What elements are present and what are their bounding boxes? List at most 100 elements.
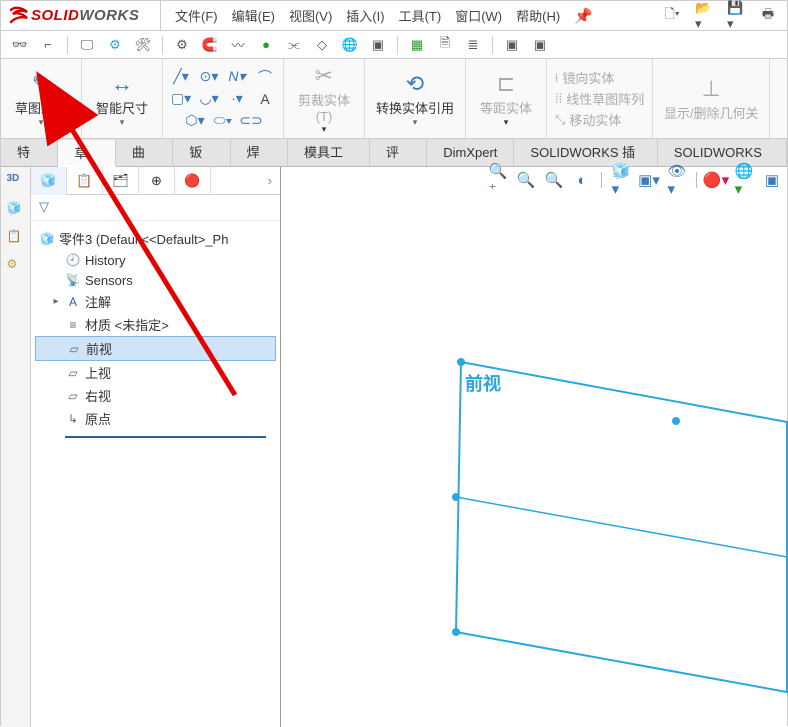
new-file-icon[interactable]: 🗋▾	[663, 7, 681, 25]
tree-label: 前视	[86, 339, 112, 358]
convert-icon: ⟲	[373, 70, 457, 98]
cube-icon[interactable]: ▣	[369, 36, 387, 54]
rtab-features[interactable]: 特征	[1, 139, 58, 166]
panel-filter-row: ▽	[31, 195, 280, 221]
mirror-button[interactable]: ⟊镜向实体	[555, 68, 614, 87]
plane-icon: ▱	[66, 341, 82, 357]
pattern-icon: ⁞⁞	[555, 91, 562, 106]
sketch-button[interactable]: ✎ 草图绘制 ▾	[9, 70, 73, 128]
layers-icon[interactable]: ≣	[464, 36, 482, 54]
gear-icon[interactable]: ⚙	[173, 36, 191, 54]
open-file-icon[interactable]: 📂▾	[695, 7, 713, 25]
ellipse-tool-icon[interactable]: ⬭▾	[213, 111, 233, 131]
options-icon[interactable]: 🛠	[134, 36, 152, 54]
arc-tool-icon[interactable]: ◡▾	[199, 89, 219, 109]
point-tool-icon[interactable]: ·▾	[227, 89, 247, 109]
rtab-surface[interactable]: 曲面	[116, 139, 173, 166]
menu-window[interactable]: 窗口(W)	[455, 6, 502, 25]
print-icon[interactable]: 🖶	[759, 7, 777, 25]
dimension-label: 智能尺寸	[90, 98, 154, 117]
wave-icon[interactable]: 〰	[229, 36, 247, 54]
save-icon[interactable]: 💾▾	[727, 7, 745, 25]
fillet-tool-icon[interactable]: ⌒	[255, 67, 275, 87]
glasses-icon[interactable]: 👓	[11, 36, 29, 54]
menu-tools[interactable]: 工具(T)	[399, 6, 442, 25]
tree-item-right-plane[interactable]: ▱ 右视	[35, 384, 276, 407]
screen-icon[interactable]: 🖵	[78, 36, 96, 54]
logo-text-works: WORKS	[79, 7, 139, 24]
polygon-tool-icon[interactable]: ⬡▾	[185, 111, 205, 131]
rtab-addins[interactable]: SOLIDWORKS 插件	[514, 139, 657, 166]
spline-tool-icon[interactable]: N▾	[227, 67, 247, 87]
rtab-weldment[interactable]: 焊件	[231, 139, 288, 166]
tree-root[interactable]: 🧊 零件3 (Default<<Default>_Ph	[35, 227, 276, 250]
menu-view[interactable]: 视图(V)	[289, 6, 332, 25]
doc-icon[interactable]: 🗎	[436, 36, 454, 54]
viewport[interactable]: 🔍⁺ 🔍 🔍 ◐ 🧊▾ ▣▾ 👁▾ 🔴▾ 🌐▾ ▣	[281, 167, 787, 727]
plane-icon: ▱	[65, 365, 81, 381]
rtab-mold[interactable]: 模具工具	[288, 139, 370, 166]
panel-tab-property[interactable]: 📋	[67, 167, 103, 195]
show-hide-button[interactable]: ⊥ 显示/删除几何关	[661, 75, 761, 122]
rect-tool-icon[interactable]: ▢▾	[171, 89, 191, 109]
linear-pattern-button[interactable]: ⁞⁞线性草图阵列	[555, 89, 644, 108]
globe-icon[interactable]: 🌐	[341, 36, 359, 54]
panel-tab-feature-tree[interactable]: 🧊	[31, 167, 67, 195]
move-button[interactable]: ⤡移动实体	[555, 110, 621, 129]
menu-edit[interactable]: 编辑(E)	[232, 6, 275, 25]
window-icon[interactable]: ▣	[503, 36, 521, 54]
relations-icon: ⊥	[661, 75, 761, 103]
menu-help[interactable]: 帮助(H)	[516, 6, 560, 25]
material-icon: ≡	[65, 317, 81, 333]
tree-item-annotations[interactable]: ▸ A 注解	[35, 290, 276, 313]
panel-tab-config[interactable]: 🗂	[103, 167, 139, 195]
convert-button[interactable]: ⟲ 转换实体引用 ▾	[373, 70, 457, 128]
magnet-icon[interactable]: 🧲	[201, 36, 219, 54]
separator	[492, 36, 493, 54]
rtab-sketch[interactable]: 草图	[58, 140, 115, 167]
offset-button[interactable]: ⊏ 等距实体 ▾	[474, 70, 538, 128]
config-icon[interactable]: ⚙	[7, 257, 25, 275]
dimension-icon: ↔	[90, 70, 154, 98]
feature-manager-icon[interactable]: 🧊	[7, 201, 25, 219]
rollback-bar[interactable]	[65, 436, 266, 438]
tree-item-sensors[interactable]: 📡 Sensors	[35, 270, 276, 290]
tree-item-material[interactable]: ≡ 材质 <未指定>	[35, 313, 276, 336]
slot-tool-icon[interactable]: ⊂⊃	[241, 111, 261, 131]
tree-label: 材质 <未指定>	[85, 315, 169, 334]
align-icon[interactable]: ⌐	[39, 36, 57, 54]
assembly-icon[interactable]: ⚙	[106, 36, 124, 54]
menu-insert[interactable]: 插入(I)	[346, 6, 384, 25]
filter-icon[interactable]: ▽	[39, 199, 49, 214]
panel-tab-appearance[interactable]: 🔴	[175, 167, 211, 195]
property-icon[interactable]: 📋	[7, 229, 25, 247]
trim-button[interactable]: ✂ 剪裁实体(T) ▾	[292, 62, 356, 135]
xls-icon[interactable]: ▦	[408, 36, 426, 54]
pin-icon[interactable]: 📌	[574, 7, 593, 25]
circle-tool-icon[interactable]: ⊙▾	[199, 67, 219, 87]
show-hide-label: 显示/删除几何关	[661, 103, 761, 122]
tree-item-top-plane[interactable]: ▱ 上视	[35, 361, 276, 384]
record-icon[interactable]: ▣	[531, 36, 549, 54]
rtab-evaluate[interactable]: 评估	[370, 139, 427, 166]
text-tool-icon[interactable]: A	[255, 89, 275, 109]
smart-dimension-button[interactable]: ↔ 智能尺寸 ▾	[90, 70, 154, 128]
heads-up-icon[interactable]: 3D	[7, 173, 25, 191]
tree-item-history[interactable]: 🕘 History	[35, 250, 276, 270]
caret-icon[interactable]: ▸	[51, 296, 61, 307]
green-dot-icon[interactable]: ●	[257, 36, 275, 54]
tree-item-origin[interactable]: ↳ 原点	[35, 407, 276, 430]
rtab-sheetmetal[interactable]: 钣金	[173, 139, 230, 166]
solidworks-logo-icon	[9, 6, 31, 26]
menu-file[interactable]: 文件(F)	[175, 6, 218, 25]
outline-icon[interactable]: ◇	[313, 36, 331, 54]
panel-tab-dim[interactable]: ⊕	[139, 167, 175, 195]
panel-more-icon[interactable]: ›	[260, 173, 280, 188]
tree-label: 原点	[85, 409, 111, 428]
viewport-geometry	[281, 167, 788, 727]
ribbon-group-draw-tools: ╱▾ ⊙▾ N▾ ⌒ ▢▾ ◡▾ ·▾ A ⬡▾ ⬭▾ ⊂⊃	[163, 59, 284, 138]
tree-item-front-plane[interactable]: ▱ 前视	[35, 336, 276, 361]
line-tool-icon[interactable]: ╱▾	[171, 67, 191, 87]
spring-icon[interactable]: ⫘	[285, 36, 303, 54]
ribbon: ✎ 草图绘制 ▾ ↔ 智能尺寸 ▾ ╱▾ ⊙▾ N▾ ⌒ ▢▾ ◡▾ ·▾ A …	[1, 59, 787, 139]
